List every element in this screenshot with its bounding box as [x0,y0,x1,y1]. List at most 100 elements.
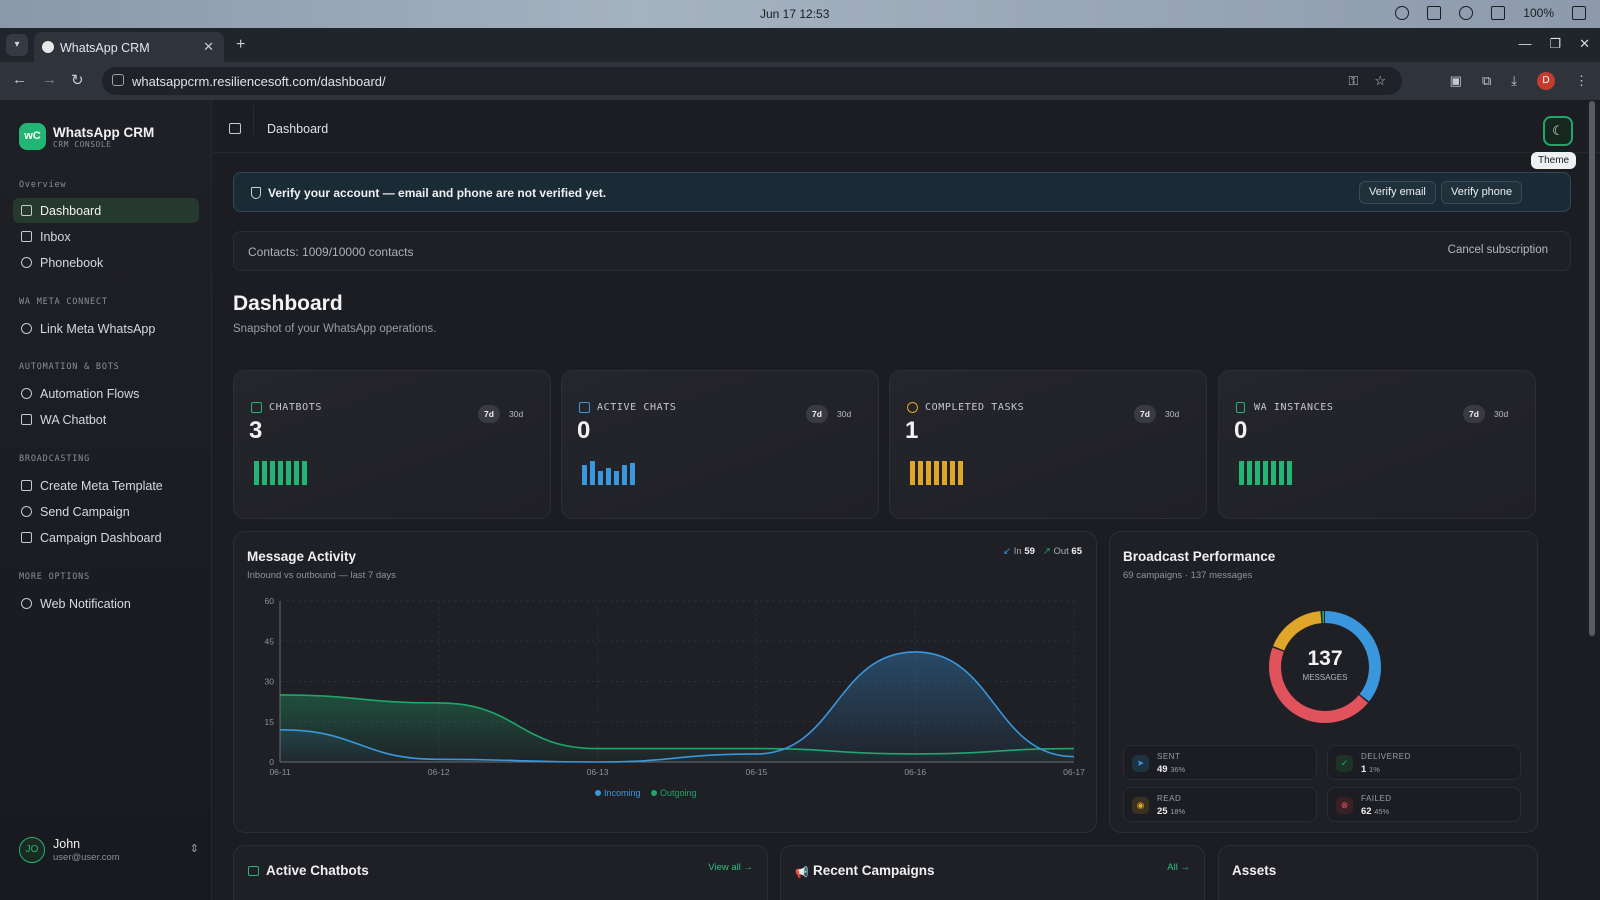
x-circle-icon: ⊗ [1336,797,1353,814]
view-all-chatbots-link[interactable]: View all → [708,862,753,873]
sparkline-bar [606,468,611,485]
topbar: Dashboard ☾ Theme [213,100,1600,169]
x-tick-label: 06-11 [269,767,290,777]
reload-icon[interactable]: ↻ [71,71,84,89]
volume-muted-icon[interactable] [1459,6,1474,20]
donut-total: 137 [1307,647,1343,670]
nav-section-automation: AUTOMATION & BOTS [19,362,120,372]
sidebar-item-label: Send Campaign [40,505,130,519]
extensions-puzzle-icon[interactable]: ⧉ [1482,73,1491,89]
range-30d-toggle[interactable]: 30d [503,405,529,423]
send-plane-icon [21,506,32,517]
chevron-up-down-icon: ⇕ [189,843,199,855]
bot-icon [251,402,262,413]
url-text[interactable]: whatsappcrm.resiliencesoft.com/dashboard… [132,74,386,89]
range-7d-toggle[interactable]: 7d [806,405,828,423]
broadcast-performance-card: Broadcast Performance 69 campaigns · 137… [1109,531,1538,833]
range-30d-toggle[interactable]: 30d [1488,405,1514,423]
sparkline-bar [270,461,275,485]
cancel-subscription-link[interactable]: Cancel subscription [1448,244,1548,256]
extension-s-icon[interactable]: ▣ [1450,73,1462,89]
verify-phone-button[interactable]: Verify phone [1441,181,1523,204]
browser-tab[interactable]: WhatsApp CRM ✕ [34,32,224,62]
stat-card-wa-instances: WA INSTANCES 0 7d 30d [1218,370,1536,519]
bell-icon [21,598,32,609]
range-7d-toggle[interactable]: 7d [1134,405,1156,423]
range-7d-toggle[interactable]: 7d [1463,405,1485,423]
verify-message: Verify your account — email and phone ar… [268,186,607,200]
sparkline-bar [630,463,635,485]
verify-email-button[interactable]: Verify email [1359,181,1436,204]
all-campaigns-link[interactable]: All → [1167,862,1190,873]
browser-tab-strip: ▾ WhatsApp CRM ✕ + — ❐ ✕ [0,28,1600,62]
theme-toggle-button[interactable]: ☾ [1543,116,1573,146]
profile-avatar[interactable]: D [1537,72,1555,90]
stat-percent: 36% [1170,765,1186,774]
stat-label: READ [1157,794,1182,803]
stat-count: 25 [1157,806,1168,817]
brand-name: WhatsApp CRM [53,125,155,140]
sparkline-bar [302,461,307,485]
sidebar-toggle-icon[interactable] [229,123,241,134]
sparkline [910,457,970,485]
sidebar-item-dashboard[interactable]: Dashboard [13,198,199,223]
sidebar-item-label: Campaign Dashboard [40,531,162,545]
new-tab-plus-icon[interactable]: + [236,36,245,54]
display-icon[interactable] [1427,6,1442,20]
sidebar-item-create-template[interactable]: Create Meta Template [13,473,199,498]
stat-count: 49 [1157,764,1168,775]
stat-label: FAILED [1361,794,1392,803]
sparkline-bar [1271,461,1276,485]
forward-arrow-icon[interactable]: → [42,71,57,88]
sparkline-bar [614,471,619,485]
breadcrumb: Dashboard [267,122,329,136]
battery-icon[interactable] [1491,6,1506,20]
address-bar[interactable]: whatsappcrm.resiliencesoft.com/dashboard… [102,67,1402,95]
sparkline-bar [262,461,267,485]
layout-icon[interactable] [1572,6,1586,20]
sidebar-item-label: Dashboard [40,204,102,218]
bookmark-star-icon[interactable]: ☆ [1374,73,1386,89]
y-tick-label: 15 [265,717,275,727]
os-top-bar: Jun 17 12:53 100% [0,0,1600,28]
sidebar-item-campaign-dashboard[interactable]: Campaign Dashboard [13,525,199,550]
sidebar-item-inbox[interactable]: Inbox [13,224,199,249]
range-7d-toggle[interactable]: 7d [478,405,500,423]
sidebar-item-wa-chatbot[interactable]: WA Chatbot [13,407,199,432]
sparkline-bar [1263,461,1268,485]
stat-label: DELIVERED [1361,752,1411,761]
stat-percent: 1% [1368,765,1380,774]
main-content: Dashboard ☾ Theme Verify your account — … [213,100,1600,900]
back-arrow-icon[interactable]: ← [12,71,27,88]
sidebar-item-link-meta[interactable]: Link Meta WhatsApp [13,316,199,341]
extension-puzzle-icon[interactable] [1395,6,1410,20]
range-30d-toggle[interactable]: 30d [831,405,857,423]
chat-bubble-icon [579,402,590,413]
sidebar-item-automation-flows[interactable]: Automation Flows [13,381,199,406]
brand-subtitle: CRM CONSOLE [53,140,112,149]
stat-label: COMPLETED TASKS [925,402,1025,413]
tab-search-chevron-icon[interactable]: ▾ [6,34,28,56]
password-key-icon[interactable]: ⚿ [1348,73,1358,89]
site-info-icon[interactable] [112,74,124,86]
tab-close-icon[interactable]: ✕ [203,39,214,55]
restore-icon[interactable]: ❐ [1549,36,1561,52]
browser-menu-icon[interactable]: ⋮ [1575,73,1588,89]
sidebar-item-send-campaign[interactable]: Send Campaign [13,499,199,524]
sparkline-bar [918,461,923,485]
minimize-icon[interactable]: — [1518,36,1531,52]
contacts-usage-bar: Contacts: 1009/10000 contacts Cancel sub… [233,231,1571,271]
message-activity-card: Message Activity Inbound vs outbound — l… [233,531,1097,833]
card-subtitle: 69 campaigns · 137 messages [1123,570,1253,581]
sidebar-item-web-notification[interactable]: Web Notification [13,591,199,616]
download-icon[interactable]: ⤓ [1511,73,1517,89]
sidebar-item-phonebook[interactable]: Phonebook [13,250,199,275]
page-scrollbar[interactable] [1589,101,1595,636]
sidebar-item-label: Create Meta Template [40,479,163,493]
sidebar-item-label: WA Chatbot [40,413,107,427]
favicon-icon [42,41,54,53]
close-window-icon[interactable]: ✕ [1579,36,1590,52]
range-30d-toggle[interactable]: 30d [1159,405,1185,423]
sparkline-bar [950,461,955,485]
user-menu[interactable]: JO John user@user.com ⇕ [19,835,199,865]
